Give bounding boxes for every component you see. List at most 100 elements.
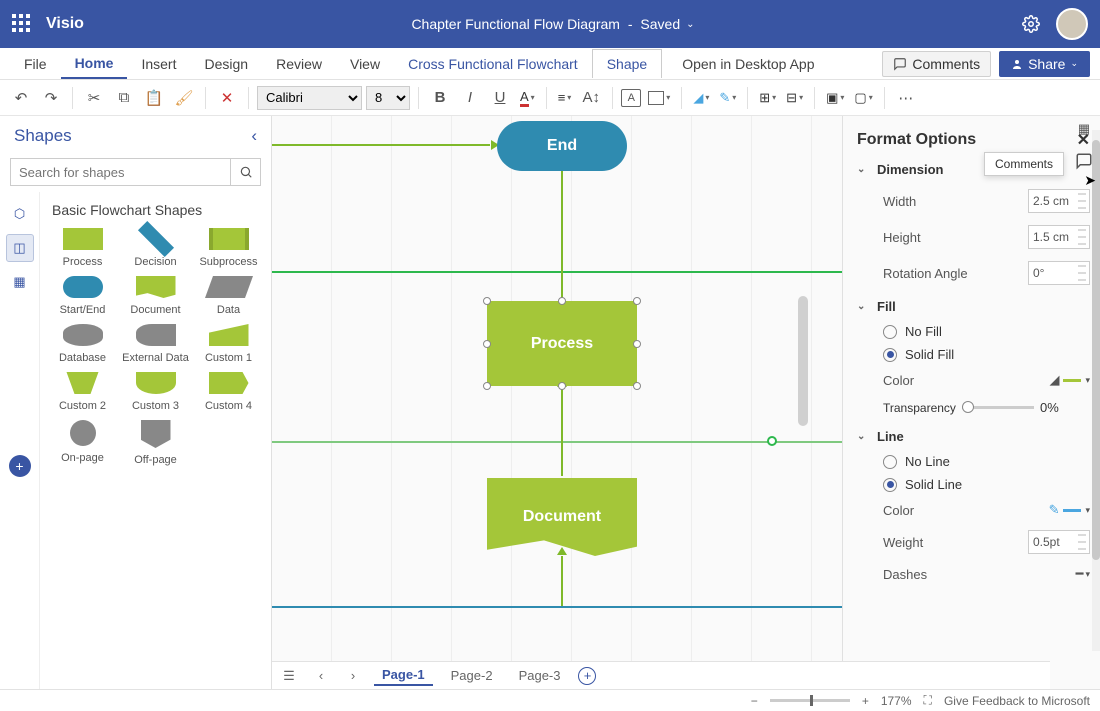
position-icon[interactable]: ⊟▾ [783, 90, 806, 106]
connector-arrow[interactable] [561, 388, 563, 476]
radio-solid-fill[interactable]: Solid Fill [857, 343, 1090, 366]
app-launcher-icon[interactable] [12, 14, 32, 34]
share-button[interactable]: Share ⌄ [999, 51, 1090, 77]
text-size-icon[interactable]: A↕ [578, 85, 604, 111]
shape-process[interactable]: Process [48, 228, 117, 268]
document-title[interactable]: Chapter Functional Flow Diagram - Saved … [84, 16, 1022, 32]
connector-arrow[interactable] [561, 171, 563, 298]
rotation-input[interactable]: 0° [1028, 261, 1090, 285]
font-color-icon[interactable]: A▾ [517, 89, 538, 107]
zoom-out-icon[interactable]: − [751, 694, 758, 708]
bold-icon[interactable]: B [427, 85, 453, 111]
paste-icon[interactable]: 📋 [141, 85, 167, 111]
undo-icon[interactable]: ↶ [8, 85, 34, 111]
dashes-picker[interactable]: ━▾ [1076, 566, 1090, 582]
selection-handle[interactable] [558, 382, 566, 390]
connection-point[interactable] [767, 436, 777, 446]
collapse-shapes-icon[interactable]: ‹ [251, 126, 257, 146]
fill-color-icon[interactable]: ◢▾ [690, 90, 712, 106]
stencil-basic-icon[interactable]: ◫ [6, 234, 34, 262]
user-avatar[interactable] [1056, 8, 1088, 40]
underline-icon[interactable]: U [487, 85, 513, 111]
format-painter-icon[interactable]: 🖌 [171, 85, 197, 111]
format-shape-rail-icon[interactable]: ▦ [1073, 118, 1095, 140]
shape-style-icon[interactable]: ▾ [645, 91, 673, 105]
transparency-slider[interactable] [962, 406, 1034, 409]
shape-data[interactable]: Data [194, 276, 263, 316]
tab-shape[interactable]: Shape [592, 49, 662, 78]
all-pages-icon[interactable]: ☰ [278, 668, 300, 684]
radio-no-line[interactable]: No Line [857, 450, 1090, 473]
next-page-icon[interactable]: › [342, 668, 364, 683]
canvas[interactable]: End Process Document [272, 116, 842, 689]
open-in-desktop[interactable]: Open in Desktop App [682, 56, 814, 72]
width-input[interactable]: 2.5 cm [1028, 189, 1090, 213]
tab-file[interactable]: File [10, 50, 61, 78]
shape-custom2[interactable]: Custom 2 [48, 372, 117, 412]
fit-page-icon[interactable]: ⛶ [924, 693, 932, 708]
canvas-shape-process-selected[interactable]: Process [487, 301, 637, 386]
tab-view[interactable]: View [336, 50, 394, 78]
selection-handle[interactable] [483, 340, 491, 348]
copy-icon[interactable]: ⧉ [111, 85, 137, 111]
selection-handle[interactable] [483, 382, 491, 390]
canvas-shape-end[interactable]: End [497, 121, 627, 171]
add-page-button[interactable]: + [578, 667, 596, 685]
zoom-level[interactable]: 177% [881, 694, 912, 708]
tab-home[interactable]: Home [61, 49, 128, 79]
shape-external-data[interactable]: External Data [121, 324, 190, 364]
italic-icon[interactable]: I [457, 85, 483, 111]
overflow-icon[interactable]: ⋯ [893, 85, 919, 111]
selection-handle[interactable] [633, 340, 641, 348]
radio-no-fill[interactable]: No Fill [857, 320, 1090, 343]
shape-startend[interactable]: Start/End [48, 276, 117, 316]
shapes-search-input[interactable] [10, 158, 231, 186]
selection-handle[interactable] [483, 297, 491, 305]
font-size-select[interactable]: 8 [366, 86, 410, 110]
shape-offpage[interactable]: Off-page [121, 420, 190, 466]
fill-color-picker[interactable]: ◢▾ [1049, 372, 1090, 388]
tab-review[interactable]: Review [262, 50, 336, 78]
settings-icon[interactable] [1022, 15, 1040, 33]
connector-arrow[interactable] [561, 556, 563, 606]
line-color-icon[interactable]: ✎▾ [716, 90, 739, 106]
tab-design[interactable]: Design [190, 50, 262, 78]
line-color-picker[interactable]: ✎▾ [1049, 502, 1090, 518]
search-button[interactable] [231, 158, 261, 186]
chevron-down-icon[interactable]: ⌄ [686, 19, 694, 30]
section-line[interactable]: ⌄Line [857, 429, 1090, 444]
font-family-select[interactable]: Calibri [257, 86, 362, 110]
shape-decision[interactable]: Decision [121, 228, 190, 268]
shape-custom4[interactable]: Custom 4 [194, 372, 263, 412]
feedback-link[interactable]: Give Feedback to Microsoft [944, 694, 1090, 708]
page-tab-3[interactable]: Page-3 [511, 666, 569, 685]
comments-rail-icon[interactable] [1073, 150, 1095, 172]
page-tab-2[interactable]: Page-2 [443, 666, 501, 685]
shape-subprocess[interactable]: Subprocess [194, 228, 263, 268]
page-tab-1[interactable]: Page-1 [374, 665, 433, 686]
bring-front-icon[interactable]: ▣▾ [823, 90, 847, 106]
zoom-slider[interactable] [770, 699, 850, 702]
align-icon[interactable]: ≡▾ [555, 90, 575, 105]
tab-insert[interactable]: Insert [127, 50, 190, 78]
text-box-icon[interactable]: A [621, 89, 641, 107]
canvas-shape-document[interactable]: Document [487, 478, 637, 556]
send-back-icon[interactable]: ▢▾ [851, 90, 875, 106]
canvas-scrollbar[interactable] [798, 296, 808, 426]
prev-page-icon[interactable]: ‹ [310, 668, 332, 683]
selection-handle[interactable] [633, 382, 641, 390]
shape-document[interactable]: Document [121, 276, 190, 316]
selection-handle[interactable] [558, 297, 566, 305]
connector-arrow[interactable] [272, 144, 490, 146]
height-input[interactable]: 1.5 cm [1028, 225, 1090, 249]
format-pane-scrollbar[interactable] [1092, 130, 1100, 651]
shape-database[interactable]: Database [48, 324, 117, 364]
stencil-more-icon[interactable]: ▦ [6, 268, 34, 296]
redo-icon[interactable]: ↷ [38, 85, 64, 111]
zoom-in-icon[interactable]: + [862, 694, 869, 708]
shape-custom3[interactable]: Custom 3 [121, 372, 190, 412]
add-stencil-button[interactable]: + [9, 455, 31, 477]
tab-cross-functional[interactable]: Cross Functional Flowchart [394, 50, 592, 78]
radio-solid-line[interactable]: Solid Line [857, 473, 1090, 496]
stencil-quick-icon[interactable]: ⬡ [6, 200, 34, 228]
